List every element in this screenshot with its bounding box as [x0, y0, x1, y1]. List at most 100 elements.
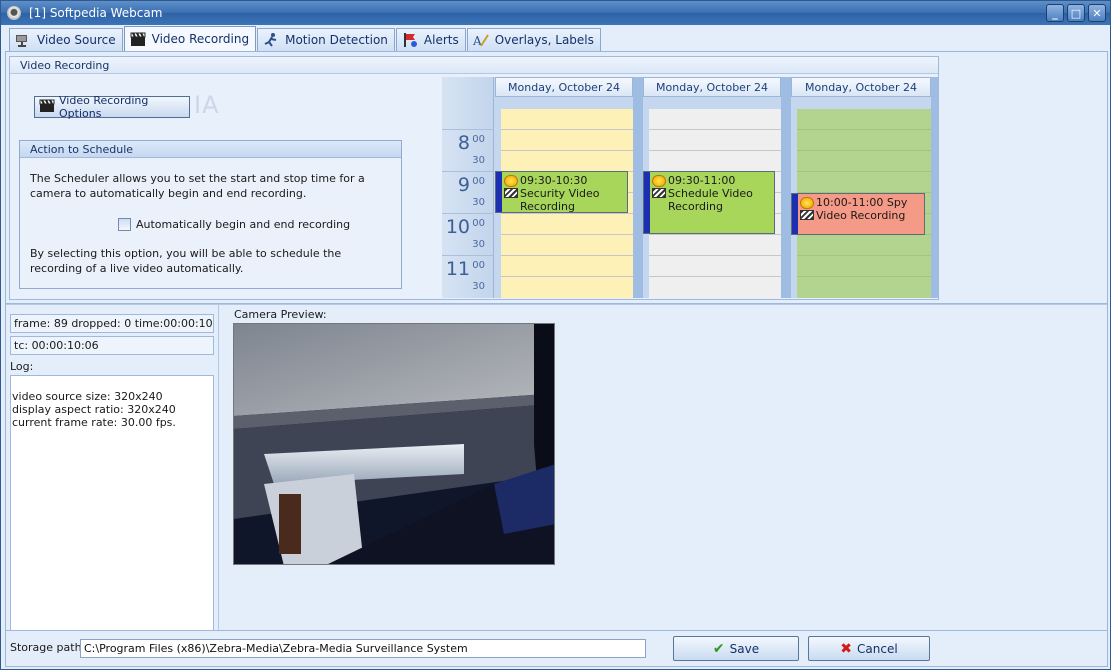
window-title: [1] Softpedia Webcam — [29, 6, 163, 20]
action-to-schedule-header: Action to Schedule — [20, 141, 401, 158]
day-column: Monday, October 24 10:00-11:00 Spy Video… — [791, 77, 931, 298]
day-header: Monday, October 24 — [495, 77, 633, 97]
clapperboard-icon — [652, 188, 666, 198]
log-line: display aspect ratio: 320x240 — [12, 403, 176, 416]
camera-frame-image — [234, 324, 554, 564]
watermark: IA — [194, 91, 220, 119]
webcam-icon — [7, 6, 21, 20]
running-man-icon — [262, 32, 280, 48]
minimize-button[interactable]: _ — [1046, 4, 1064, 22]
minute-label: 00 — [472, 218, 485, 229]
event-text: 09:30-11:00 Schedule Video Recording — [668, 174, 753, 213]
time-column: 8 00 30 9 00 30 10 00 30 11 00 30 — [442, 77, 494, 298]
camera-preview-label: Camera Preview: — [234, 308, 327, 321]
cancel-button[interactable]: ✖ Cancel — [808, 636, 930, 661]
log-box[interactable]: video source size: 320x240 display aspec… — [10, 375, 214, 631]
save-button[interactable]: ✔ Save — [673, 636, 799, 661]
event-text: 10:00-11:00 Spy Video Recording — [816, 196, 908, 222]
hour-row: 10 00 30 — [442, 213, 494, 255]
event-text: 09:30-10:30 Security Video Recording — [520, 174, 600, 213]
hour-label: 10 — [445, 216, 470, 238]
tab-video-source[interactable]: Video Source — [9, 28, 123, 51]
video-recording-options-button[interactable]: Video Recording Options — [34, 94, 190, 120]
auto-record-label: Automatically begin and end recording — [136, 218, 351, 231]
video-recording-header: Video Recording — [10, 57, 938, 74]
clapperboard-icon — [39, 99, 55, 116]
schedule-event[interactable]: 10:00-11:00 Spy Video Recording — [791, 193, 925, 235]
alarm-icon — [652, 175, 666, 187]
day-header: Monday, October 24 — [791, 77, 931, 97]
alarm-icon — [504, 175, 518, 187]
video-recording-group: Video Recording Video Recording Options … — [9, 56, 939, 300]
tab-label: Alerts — [423, 33, 459, 47]
schedule-event[interactable]: 09:30-11:00 Schedule Video Recording — [643, 171, 775, 234]
minute-label: 30 — [472, 155, 485, 166]
day-slots[interactable]: 10:00-11:00 Spy Video Recording — [791, 109, 931, 298]
clapperboard-icon — [504, 188, 518, 198]
tab-alerts[interactable]: Alerts — [395, 28, 466, 51]
title-bar: [1] Softpedia Webcam _ □ ✕ — [1, 1, 1110, 25]
day-slots[interactable]: 09:30-11:00 Schedule Video Recording — [643, 109, 781, 298]
minute-label: 00 — [472, 260, 485, 271]
hour-label: 8 — [457, 132, 470, 154]
auto-record-option[interactable]: Automatically begin and end recording — [118, 218, 350, 231]
day-header: Monday, October 24 — [643, 77, 781, 97]
tab-label: Overlays, Labels — [494, 33, 594, 47]
auto-record-checkbox[interactable] — [118, 218, 131, 231]
tab-video-recording[interactable]: Video Recording — [123, 26, 257, 51]
column-separator — [781, 77, 791, 298]
tab-label: Video Source — [37, 33, 116, 47]
main-panel: Video Recording Video Recording Options … — [5, 51, 1108, 667]
camera-icon — [14, 32, 32, 48]
day-slots[interactable]: 09:30-10:30 Security Video Recording — [495, 109, 633, 298]
clapperboard-icon — [129, 31, 147, 47]
bottom-divider — [6, 630, 1107, 631]
log-line: current frame rate: 30.00 fps. — [12, 416, 176, 429]
hour-row: 11 00 30 — [442, 255, 494, 297]
action-to-schedule-group: Action to Schedule The Scheduler allows … — [19, 140, 402, 289]
minute-label: 30 — [472, 197, 485, 208]
minute-label: 00 — [472, 134, 485, 145]
timecode: tc: 00:00:10:06 — [10, 336, 214, 355]
minute-label: 00 — [472, 176, 485, 187]
minute-label: 30 — [472, 239, 485, 250]
maximize-button[interactable]: □ — [1067, 4, 1085, 22]
alert-flag-icon — [401, 32, 419, 48]
app-window: [1] Softpedia Webcam _ □ ✕ Video Source … — [0, 0, 1111, 670]
clapperboard-icon — [800, 210, 814, 220]
tab-strip: Video Source Video Recording Motion Dete… — [9, 26, 602, 51]
cancel-label: Cancel — [857, 641, 898, 656]
tab-label: Motion Detection — [285, 33, 388, 47]
save-label: Save — [729, 641, 760, 656]
cancel-icon: ✖ — [840, 640, 853, 657]
close-button[interactable]: ✕ — [1088, 4, 1106, 22]
checkmark-icon: ✔ — [712, 640, 725, 657]
hour-label: 9 — [457, 174, 470, 196]
schedule-event[interactable]: 09:30-10:30 Security Video Recording — [495, 171, 628, 213]
hour-row: 9 00 30 — [442, 171, 494, 213]
hour-label: 11 — [445, 258, 470, 280]
storage-path-input[interactable] — [80, 639, 646, 658]
tab-overlays-labels[interactable]: A Overlays, Labels — [466, 28, 601, 51]
storage-path-label: Storage path: — [10, 641, 86, 654]
tab-label: Video Recording — [151, 32, 250, 46]
vertical-divider — [218, 305, 219, 630]
svg-text:A: A — [472, 34, 482, 48]
log-line: video source size: 320x240 — [12, 390, 163, 403]
minute-label: 30 — [472, 281, 485, 292]
day-column: Monday, October 24 09:30-10:30 Security … — [495, 77, 633, 298]
column-separator — [931, 77, 938, 298]
frame-stats: frame: 89 dropped: 0 time:00:00:10 39 — [10, 314, 214, 347]
tab-motion-detection[interactable]: Motion Detection — [257, 28, 395, 51]
horizontal-splitter[interactable] — [6, 303, 1107, 305]
button-label: Video Recording Options — [59, 94, 149, 120]
pen-icon: A — [472, 32, 490, 48]
column-separator — [633, 77, 643, 298]
alarm-icon — [800, 197, 814, 209]
schedule-calendar: 8 00 30 9 00 30 10 00 30 11 00 30 Monday… — [442, 77, 938, 298]
hour-row: 8 00 30 — [442, 129, 494, 171]
log-label: Log: — [10, 360, 34, 373]
day-column: Monday, October 24 09:30-11:00 Schedule … — [643, 77, 781, 298]
scheduler-note: By selecting this option, you will be ab… — [30, 247, 342, 275]
camera-preview — [233, 323, 555, 565]
